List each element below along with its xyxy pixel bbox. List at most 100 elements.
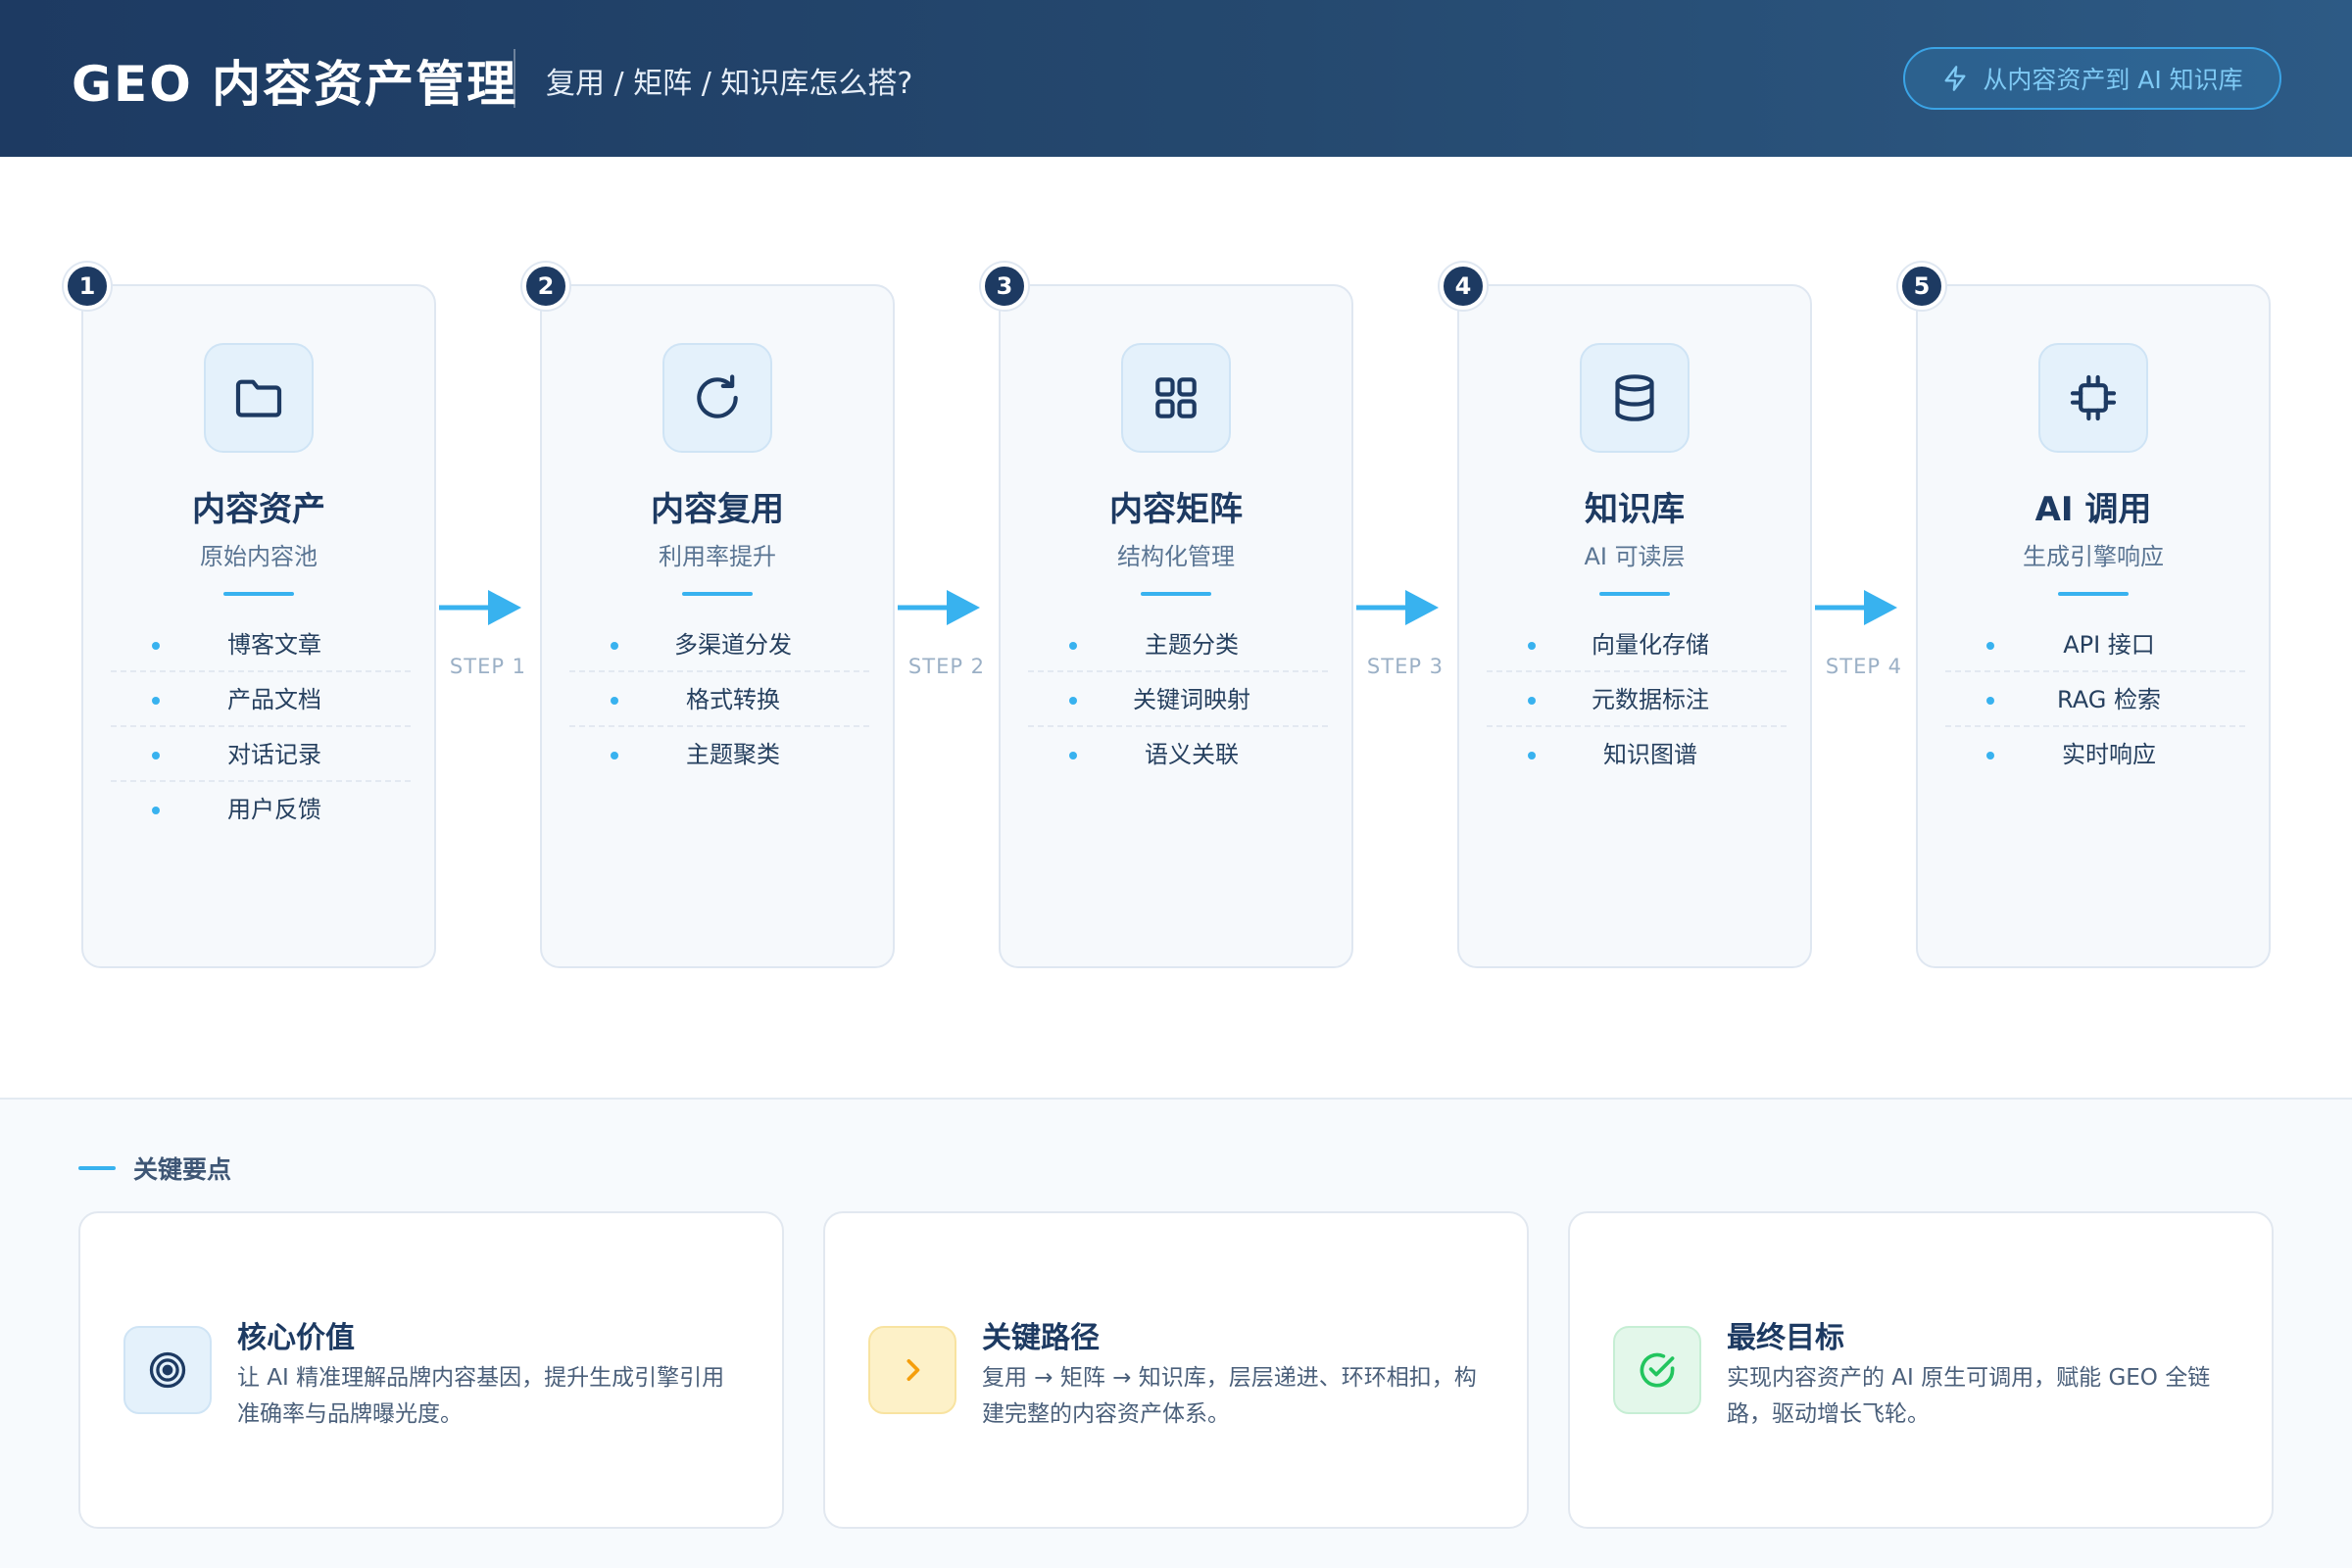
- step-card-5: AI 调用 生成引擎响应 API 接口 RAG 检索 实时响应: [1916, 284, 2271, 968]
- step-1-icon-box: [204, 343, 314, 453]
- step-item-list: API 接口 RAG 检索 实时响应: [1945, 617, 2245, 782]
- list-item-label: 知识图谱: [1603, 741, 1697, 768]
- step-connector-label: STEP 2: [907, 655, 986, 678]
- step-title: 知识库: [1585, 490, 1685, 529]
- step-subtitle: 利用率提升: [659, 543, 776, 570]
- key-point-title: 最终目标: [1727, 1321, 1844, 1355]
- step-title: AI 调用: [2034, 490, 2152, 529]
- key-point-icon-box: [1613, 1326, 1701, 1414]
- steps-flow: 内容资产 原始内容池 博客文章 产品文档 对话记录 用户反馈 1 STEP 1 …: [0, 157, 2352, 1098]
- bullet-dot: [152, 752, 160, 760]
- list-item-label: 元数据标注: [1592, 686, 1709, 713]
- bullet-dot: [1986, 752, 1994, 760]
- key-point-title: 核心价值: [237, 1321, 355, 1355]
- list-item: 博客文章: [111, 617, 411, 672]
- list-item-label: 多渠道分发: [674, 631, 792, 659]
- step-connector-label: STEP 4: [1825, 655, 1903, 678]
- list-item: 对话记录: [111, 727, 411, 782]
- header-divider: [514, 49, 515, 108]
- page-title: GEO 内容资产管理: [72, 56, 518, 113]
- step-connector-1: STEP 1: [439, 588, 537, 678]
- step-number-badge: 3: [981, 263, 1028, 310]
- bullet-dot: [152, 697, 160, 705]
- list-item: 知识图谱: [1487, 727, 1787, 782]
- refresh-icon: [697, 374, 738, 418]
- arrow-right-icon: [439, 590, 521, 625]
- step-item-list: 主题分类 关键词映射 语义关联: [1028, 617, 1328, 782]
- key-points-header: 关键要点: [78, 1151, 231, 1186]
- step-subtitle: 结构化管理: [1117, 543, 1235, 570]
- bullet-dot: [1528, 752, 1536, 760]
- list-item-label: 关键词映射: [1133, 686, 1250, 713]
- list-item: 产品文档: [111, 672, 411, 727]
- step-number-badge: 1: [64, 263, 111, 310]
- page-subtitle: 复用 / 矩阵 / 知识库怎么搭?: [546, 67, 913, 101]
- step-3-icon-box: [1121, 343, 1231, 453]
- key-point-card-2: 关键路径 复用 → 矩阵 → 知识库，层层递进、环环相扣，构建完整的内容资产体系…: [823, 1211, 1529, 1529]
- bullet-dot: [1986, 642, 1994, 650]
- list-item: 向量化存储: [1487, 617, 1787, 672]
- bullet-dot: [1986, 697, 1994, 705]
- list-item: 多渠道分发: [569, 617, 869, 672]
- target-icon: [149, 1351, 186, 1389]
- list-item-label: 对话记录: [227, 741, 321, 768]
- key-point-icon-box: [123, 1326, 212, 1414]
- list-item: 格式转换: [569, 672, 869, 727]
- list-item-label: 向量化存储: [1592, 631, 1709, 659]
- step-connector-4: STEP 4: [1815, 588, 1913, 678]
- key-point-description: 实现内容资产的 AI 原生可调用，赋能 GEO 全链路，驱动增长飞轮。: [1727, 1365, 2211, 1427]
- step-divider: [1141, 592, 1211, 596]
- folder-icon: [235, 379, 282, 417]
- header-tag-button[interactable]: 从内容资产到 AI 知识库: [1903, 47, 2281, 110]
- step-card-4: 知识库 AI 可读层 向量化存储 元数据标注 知识图谱: [1457, 284, 1812, 968]
- step-2-icon-box: [662, 343, 772, 453]
- key-point-icon-box: [868, 1326, 956, 1414]
- step-5-icon-box: [2038, 343, 2148, 453]
- bullet-dot: [1069, 642, 1077, 650]
- key-point-card-1: 核心价值 让 AI 精准理解品牌内容基因，提升生成引擎引用准确率与品牌曝光度。: [78, 1211, 784, 1529]
- check-circle-icon: [1640, 1352, 1675, 1388]
- step-title: 内容复用: [651, 490, 784, 529]
- list-item-label: 主题聚类: [686, 741, 780, 768]
- step-title: 内容矩阵: [1109, 490, 1243, 529]
- step-divider: [2058, 592, 2129, 596]
- step-divider: [682, 592, 753, 596]
- section-title: 关键要点: [133, 1155, 232, 1184]
- list-item: API 接口: [1945, 617, 2245, 672]
- list-item-label: 格式转换: [686, 686, 780, 713]
- key-point-description: 复用 → 矩阵 → 知识库，层层递进、环环相扣，构建完整的内容资产体系。: [982, 1365, 1477, 1427]
- chevron-right-icon: [906, 1359, 920, 1381]
- arrow-right-icon: [898, 590, 980, 625]
- list-item: 关键词映射: [1028, 672, 1328, 727]
- chip-icon: [2070, 374, 2117, 421]
- grid-icon: [1155, 377, 1197, 418]
- step-item-list: 多渠道分发 格式转换 主题聚类: [569, 617, 869, 782]
- step-subtitle: 原始内容池: [200, 543, 318, 570]
- step-divider: [1599, 592, 1670, 596]
- arrow-right-icon: [1815, 590, 1897, 625]
- step-connector-label: STEP 3: [1366, 655, 1445, 678]
- bullet-dot: [1528, 697, 1536, 705]
- list-item: 元数据标注: [1487, 672, 1787, 727]
- list-item-label: 产品文档: [227, 686, 321, 713]
- list-item: 实时响应: [1945, 727, 2245, 782]
- step-number-badge: 5: [1898, 263, 1945, 310]
- arrow-right-icon: [1356, 590, 1439, 625]
- step-connector-3: STEP 3: [1356, 588, 1454, 678]
- list-item-label: 主题分类: [1145, 631, 1239, 659]
- step-card-1: 内容资产 原始内容池 博客文章 产品文档 对话记录 用户反馈: [81, 284, 436, 968]
- bullet-dot: [152, 807, 160, 814]
- step-item-list: 博客文章 产品文档 对话记录 用户反馈: [111, 617, 411, 837]
- bullet-dot: [611, 642, 618, 650]
- list-item-label: 博客文章: [227, 631, 321, 659]
- list-item-label: 语义关联: [1145, 741, 1239, 768]
- database-icon: [1615, 374, 1654, 421]
- step-card-3: 内容矩阵 结构化管理 主题分类 关键词映射 语义关联: [999, 284, 1353, 968]
- step-number-badge: 4: [1440, 263, 1487, 310]
- bullet-dot: [1528, 642, 1536, 650]
- key-point-description: 让 AI 精准理解品牌内容基因，提升生成引擎引用准确率与品牌曝光度。: [237, 1365, 725, 1427]
- step-connector-2: STEP 2: [898, 588, 996, 678]
- bullet-dot: [611, 752, 618, 760]
- list-item-label: RAG 检索: [2057, 686, 2161, 713]
- step-card-2: 内容复用 利用率提升 多渠道分发 格式转换 主题聚类: [540, 284, 895, 968]
